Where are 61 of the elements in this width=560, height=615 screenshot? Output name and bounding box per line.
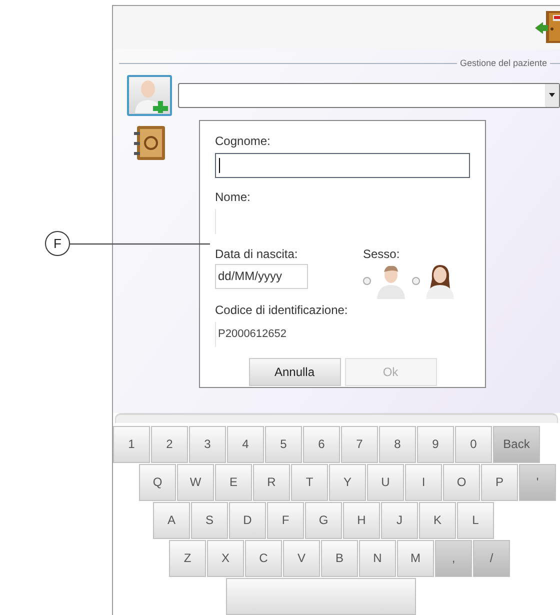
keyboard-key[interactable]: F: [267, 502, 304, 538]
keyboard-key[interactable]: S: [191, 502, 228, 538]
dropdown-arrow-icon: [549, 93, 555, 97]
keyboard-key[interactable]: Back: [493, 426, 540, 462]
keyboard-key[interactable]: Q: [139, 464, 176, 500]
keyboard-key[interactable]: V: [283, 540, 320, 576]
keyboard-key[interactable]: D: [229, 502, 266, 538]
keyboard-key[interactable]: K: [419, 502, 456, 538]
keyboard-key[interactable]: /: [473, 540, 510, 576]
keyboard-key[interactable]: Z: [169, 540, 206, 576]
keyboard-key[interactable]: X: [207, 540, 244, 576]
keyboard-key[interactable]: O: [443, 464, 480, 500]
date-field[interactable]: dd/MM/yyyy: [215, 264, 308, 288]
id-code-field[interactable]: P2000612652: [215, 322, 470, 346]
keyboard-key[interactable]: P: [481, 464, 518, 500]
add-patient-button[interactable]: [127, 74, 172, 116]
keyboard-key[interactable]: A: [153, 502, 190, 538]
space-key[interactable]: [226, 578, 416, 614]
keyboard-key[interactable]: 4: [227, 426, 264, 462]
keyboard-key[interactable]: C: [245, 540, 282, 576]
callout-label: F: [45, 231, 70, 256]
exit-door-icon[interactable]: [534, 10, 560, 44]
keyboard-key[interactable]: J: [381, 502, 418, 538]
address-book-icon: [132, 124, 166, 162]
keyboard-key[interactable]: Y: [329, 464, 366, 500]
keyboard-key[interactable]: N: [359, 540, 396, 576]
field-label: Cognome:: [215, 132, 272, 150]
keyboard-key[interactable]: ': [519, 464, 556, 500]
text-caret: [219, 158, 220, 172]
keyboard-key[interactable]: L: [457, 502, 494, 538]
keyboard-key[interactable]: 9: [417, 426, 454, 462]
field-label: Sesso:: [363, 246, 401, 262]
keyboard-key[interactable]: B: [321, 540, 358, 576]
dialog-button[interactable]: Annulla: [248, 358, 340, 386]
keyboard-key[interactable]: 6: [303, 426, 340, 462]
text-field[interactable]: [215, 152, 470, 178]
keyboard-key[interactable]: R: [253, 464, 290, 500]
keyboard-key[interactable]: U: [367, 464, 404, 500]
radio-button[interactable]: [363, 276, 371, 284]
section-title: Gestione del paziente: [458, 57, 548, 70]
keyboard-key[interactable]: I: [405, 464, 442, 500]
field-label: Data di nascita:: [215, 246, 299, 262]
keyboard-key[interactable]: 7: [341, 426, 378, 462]
keyboard-key[interactable]: 8: [379, 426, 416, 462]
keyboard-key[interactable]: G: [305, 502, 342, 538]
keyboard-key[interactable]: M: [397, 540, 434, 576]
keyboard-key[interactable]: W: [177, 464, 214, 500]
keyboard-key[interactable]: T: [291, 464, 328, 500]
keyboard-key[interactable]: 0: [455, 426, 492, 462]
woman-icon: [423, 262, 457, 298]
radio-button[interactable]: [412, 276, 420, 284]
patient-dropdown[interactable]: [178, 82, 560, 108]
keyboard-key[interactable]: H: [343, 502, 380, 538]
keyboard-key[interactable]: E: [215, 464, 252, 500]
field-label: Nome:: [215, 188, 252, 206]
keyboard-key[interactable]: ,: [435, 540, 472, 576]
keyboard-key[interactable]: 5: [265, 426, 302, 462]
keyboard-key[interactable]: 1: [113, 426, 150, 462]
field-label: Codice di identificazione:: [215, 302, 349, 318]
keyboard-key[interactable]: 3: [189, 426, 226, 462]
keyboard-key[interactable]: 2: [151, 426, 188, 462]
